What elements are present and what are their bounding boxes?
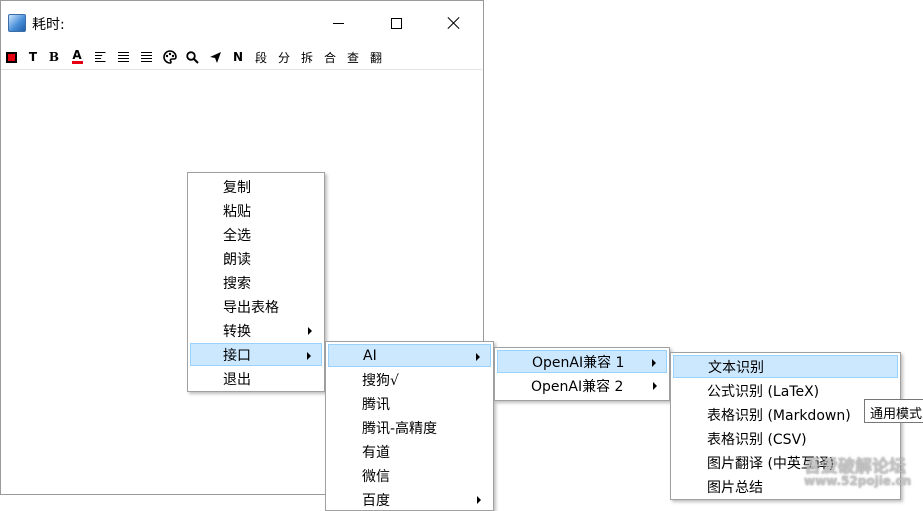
menu-item-interface[interactable]: 接口 <box>190 343 322 366</box>
menu-item-openai-2[interactable]: OpenAI兼容 2 <box>497 374 667 397</box>
menu-item-convert[interactable]: 转换 <box>190 319 322 342</box>
send-icon[interactable] <box>205 48 225 66</box>
watermark-url: www.52pojie.cn <box>804 474 912 488</box>
font-color-letter: A <box>72 48 82 62</box>
submenu-arrow-icon <box>653 382 657 390</box>
text-icon[interactable]: T <box>23 48 43 66</box>
submenu-arrow-icon <box>476 353 480 361</box>
translate-button[interactable]: 翻 <box>366 48 386 66</box>
menu-item-sogou[interactable]: 搜狗√ <box>328 368 491 391</box>
palette-icon[interactable] <box>160 48 180 66</box>
menu-item-tencent-accurate[interactable]: 腾讯-高精度 <box>328 416 491 439</box>
lookup-button[interactable]: 查 <box>343 48 363 66</box>
tooltip: 通用模式 <box>864 399 923 423</box>
submenu-arrow-icon <box>477 496 481 504</box>
menu-item-read-aloud[interactable]: 朗读 <box>190 247 322 270</box>
align-right-icon[interactable] <box>136 48 156 66</box>
maximize-button[interactable] <box>373 5 419 41</box>
merge-button[interactable]: 合 <box>320 48 340 66</box>
interface-submenu: AI 搜狗√ 腾讯 腾讯-高精度 有道 微信 百度 <box>325 341 494 511</box>
title-bar[interactable]: 耗时: <box>1 1 483 41</box>
bold-icon[interactable]: B <box>44 48 64 66</box>
minimize-button[interactable] <box>315 5 361 41</box>
menu-item-select-all[interactable]: 全选 <box>190 223 322 246</box>
close-icon <box>447 16 461 30</box>
app-icon <box>8 14 26 32</box>
menu-item-wechat[interactable]: 微信 <box>328 464 491 487</box>
ai-submenu: OpenAI兼容 1 OpenAI兼容 2 <box>494 347 670 401</box>
minimize-icon <box>332 22 344 24</box>
window-title: 耗时: <box>32 17 65 33</box>
context-menu: 复制 粘贴 全选 朗读 搜索 导出表格 转换 接口 退出 <box>187 172 325 392</box>
watermark: 吾爱破解论坛 www.52pojie.cn <box>786 452 923 502</box>
submenu-arrow-icon <box>307 352 311 360</box>
paragraph-button[interactable]: 段 <box>251 48 271 66</box>
menu-item-baidu[interactable]: 百度 <box>328 488 491 511</box>
toolbar: T B A N 段 分 拆 合 查 翻 <box>1 45 482 70</box>
menu-item-paste[interactable]: 粘贴 <box>190 199 322 222</box>
split-button[interactable]: 分 <box>274 48 294 66</box>
menu-item-copy[interactable]: 复制 <box>190 175 322 198</box>
maximize-icon <box>390 17 402 29</box>
stop-icon[interactable] <box>1 48 21 66</box>
menu-item-openai-1[interactable]: OpenAI兼容 1 <box>497 350 667 373</box>
close-button[interactable] <box>431 5 477 41</box>
menu-item-text-recognition[interactable]: 文本识别 <box>673 355 898 378</box>
search-icon[interactable] <box>182 48 202 66</box>
menu-item-search[interactable]: 搜索 <box>190 271 322 294</box>
menu-item-export-table[interactable]: 导出表格 <box>190 295 322 318</box>
menu-item-exit[interactable]: 退出 <box>190 367 322 390</box>
break-button[interactable]: 拆 <box>297 48 317 66</box>
align-justify-icon[interactable] <box>113 48 133 66</box>
menu-item-tencent[interactable]: 腾讯 <box>328 392 491 415</box>
n-icon[interactable]: N <box>228 48 248 66</box>
submenu-arrow-icon <box>308 327 312 335</box>
align-left-icon[interactable] <box>90 48 110 66</box>
menu-item-table-csv[interactable]: 表格识别 (CSV) <box>673 427 898 450</box>
font-color-icon[interactable]: A <box>67 48 87 66</box>
menu-item-youdao[interactable]: 有道 <box>328 440 491 463</box>
menu-item-ai[interactable]: AI <box>328 344 491 367</box>
submenu-arrow-icon <box>652 359 656 367</box>
